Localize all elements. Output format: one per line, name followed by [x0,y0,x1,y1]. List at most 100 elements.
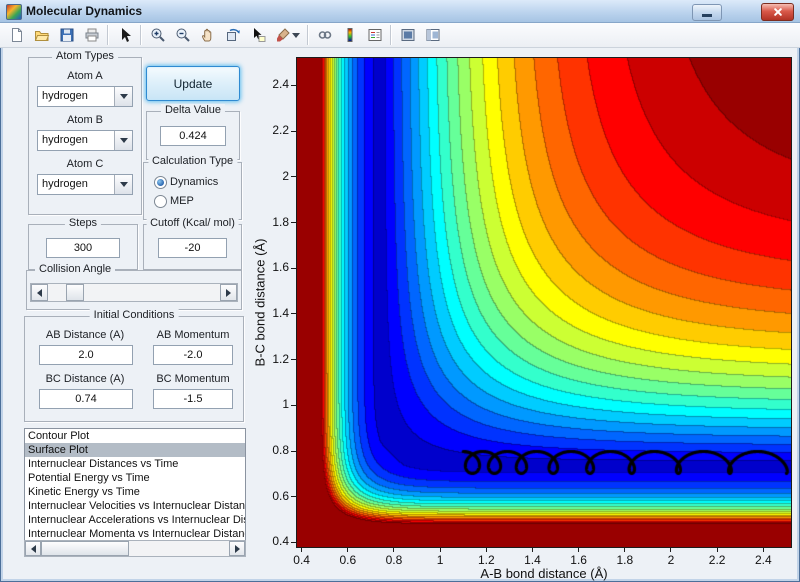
panel-title: Cutoff (Kcal/ mol) [146,217,239,229]
chevron-down-icon[interactable] [291,32,300,38]
slider-right-arrow[interactable] [220,284,237,301]
collision-angle-slider-thumb[interactable] [66,284,85,301]
steps-input[interactable] [46,238,120,258]
link-plot-button[interactable] [312,23,337,47]
minimize-button[interactable] [692,4,722,21]
atom-c-select[interactable]: hydrogen [37,174,133,195]
y-tick-label: 2.4 [272,77,289,92]
atom-a-value: hydrogen [42,90,88,102]
new-figure-icon [11,28,22,42]
x-tick-label: 1.4 [524,553,541,567]
delta-value-input[interactable] [160,126,226,146]
hscroll-right-arrow[interactable] [229,541,245,556]
y-tick-label: 0.6 [272,488,289,503]
collision-angle-slider[interactable] [30,283,238,302]
list-item[interactable]: Contour Plot [25,429,245,443]
window-title: Molecular Dynamics [26,4,143,18]
zoom-out-button[interactable] [170,23,195,47]
listbox-hscrollbar[interactable] [24,540,246,557]
chevron-down-icon[interactable] [114,175,132,194]
hide-plot-tools-button[interactable] [395,23,420,47]
contour-plot: A-B bond distance (Å) B-C bond distance … [253,57,792,581]
y-tick-mark [291,267,296,269]
y-tick-mark [291,130,296,132]
hand-icon [201,28,211,42]
update-button[interactable]: Update [146,66,240,101]
close-button[interactable] [761,3,794,21]
x-tick-label: 1.2 [477,553,495,567]
app-icon [6,4,22,20]
atom-types-panel: Atom Types Atom A hydrogen Atom B hydrog… [28,50,142,215]
list-item[interactable]: Internuclear Distances vs Time [25,457,245,471]
x-tick-mark [301,547,303,552]
list-item[interactable]: Surface Plot [25,443,245,457]
x-tick-label: 2 [667,553,675,567]
chevron-down-icon[interactable] [114,131,132,150]
x-tick-label: 2.4 [754,553,772,567]
list-item[interactable]: Internuclear Accelerations vs Internucle… [25,513,245,527]
x-tick-label: 0.6 [339,553,357,567]
x-axis-label: A-B bond distance (Å) [480,566,608,581]
app-window: Molecular Dynamics Atom Types Atom A hyd… [0,0,800,582]
open-file-button[interactable] [29,23,54,47]
insert-colorbar-button[interactable] [337,23,362,47]
x-tick-label: 0.4 [293,553,310,567]
ab-distance-label: AB Distance (A) [45,329,125,341]
panel-title: Calculation Type [147,155,238,167]
x-tick-mark [578,547,580,552]
link-icon [318,31,331,39]
y-tick-label: 1.4 [272,305,289,320]
slider-left-arrow[interactable] [31,284,48,301]
rotate-3d-button[interactable] [220,23,245,47]
panel-title: Delta Value [160,104,226,116]
x-tick-mark [531,547,533,552]
edit-plot-button[interactable] [112,23,137,47]
bc-distance-input[interactable] [39,389,133,409]
atom-b-select[interactable]: hydrogen [37,130,133,151]
pan-button[interactable] [195,23,220,47]
cutoff-panel: Cutoff (Kcal/ mol) [143,217,242,270]
list-item[interactable]: Internuclear Momenta vs Internuclear Dis… [25,527,245,541]
x-tick-label: 0.8 [385,553,403,567]
x-tick-label: 1 [436,553,444,567]
plot-type-listbox[interactable]: Contour Plot Surface Plot Internuclear Dis… [24,428,246,557]
atom-a-select[interactable]: hydrogen [37,86,133,107]
brush-data-button[interactable] [270,23,304,47]
save-figure-button[interactable] [54,23,79,47]
list-item[interactable]: Internuclear Velocities vs Internuclear … [25,499,245,513]
cutoff-input[interactable] [158,238,227,258]
hscroll-left-arrow[interactable] [25,541,41,556]
y-tick-mark [291,84,296,86]
chevron-down-icon[interactable] [114,87,132,106]
hscroll-thumb[interactable] [41,541,129,556]
titlebar[interactable]: Molecular Dynamics [0,0,800,23]
toolbar-separator [107,25,109,45]
insert-legend-button[interactable] [362,23,387,47]
zoom-in-button[interactable] [145,23,170,47]
zoom-out-icon [176,28,190,42]
list-item[interactable]: Potential Energy vs Time [25,471,245,485]
initial-conditions-panel: Initial Conditions AB Distance (A) AB Mo… [24,309,244,422]
panel-title: Atom Types [52,50,118,62]
radio-mep[interactable] [154,195,167,208]
show-plot-tools-button[interactable] [420,23,445,47]
plot-canvas[interactable] [297,58,791,547]
colorbar-icon [347,28,352,42]
list-item[interactable]: Kinetic Energy vs Time [25,485,245,499]
y-tick-label: 1.6 [272,260,289,275]
x-tick-mark [762,547,764,552]
panel-title: Collision Angle [35,263,116,275]
radio-dynamics[interactable] [154,176,167,189]
bc-momentum-input[interactable] [153,389,233,409]
data-cursor-button[interactable] [245,23,270,47]
print-figure-button[interactable] [79,23,104,47]
y-tick-mark [291,176,296,178]
delta-value-panel: Delta Value [146,104,240,160]
ab-momentum-label: AB Momentum [156,329,230,341]
y-tick-mark [291,222,296,224]
new-figure-button[interactable] [4,23,29,47]
y-tick-label: 1.2 [272,351,289,366]
ab-distance-input[interactable] [39,345,133,365]
panel-title: Initial Conditions [89,309,179,321]
ab-momentum-input[interactable] [153,345,233,365]
